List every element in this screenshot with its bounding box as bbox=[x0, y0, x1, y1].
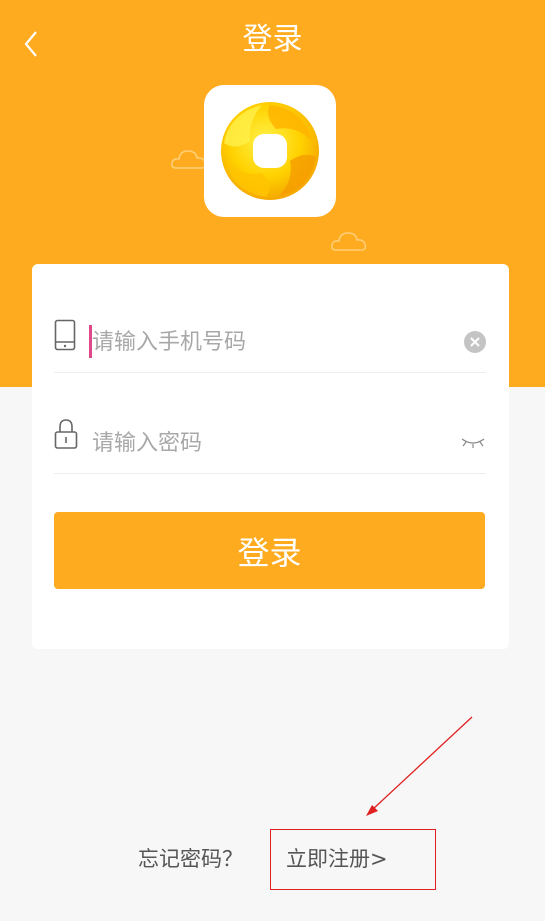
password-input[interactable] bbox=[92, 423, 452, 463]
forgot-password-link[interactable]: 忘记密码？ bbox=[138, 843, 243, 873]
cloud-icon bbox=[331, 232, 367, 251]
annotation-arrow bbox=[366, 716, 473, 816]
login-card: 登录 bbox=[32, 264, 509, 649]
clear-phone-button[interactable] bbox=[464, 331, 486, 353]
login-button[interactable]: 登录 bbox=[54, 512, 485, 589]
page-title: 登录 bbox=[242, 22, 303, 57]
clear-circle-icon bbox=[464, 331, 486, 353]
lock-icon bbox=[54, 419, 78, 449]
phone-icon bbox=[54, 319, 76, 351]
phone-field-row bbox=[54, 272, 486, 373]
register-link[interactable]: 立即注册> bbox=[286, 843, 388, 873]
eye-closed-icon bbox=[461, 438, 485, 448]
phone-input[interactable] bbox=[92, 322, 452, 362]
app-logo bbox=[204, 85, 336, 217]
password-field-row bbox=[54, 373, 486, 474]
app-logo-icon bbox=[221, 102, 319, 200]
toggle-password-button[interactable] bbox=[460, 431, 486, 451]
